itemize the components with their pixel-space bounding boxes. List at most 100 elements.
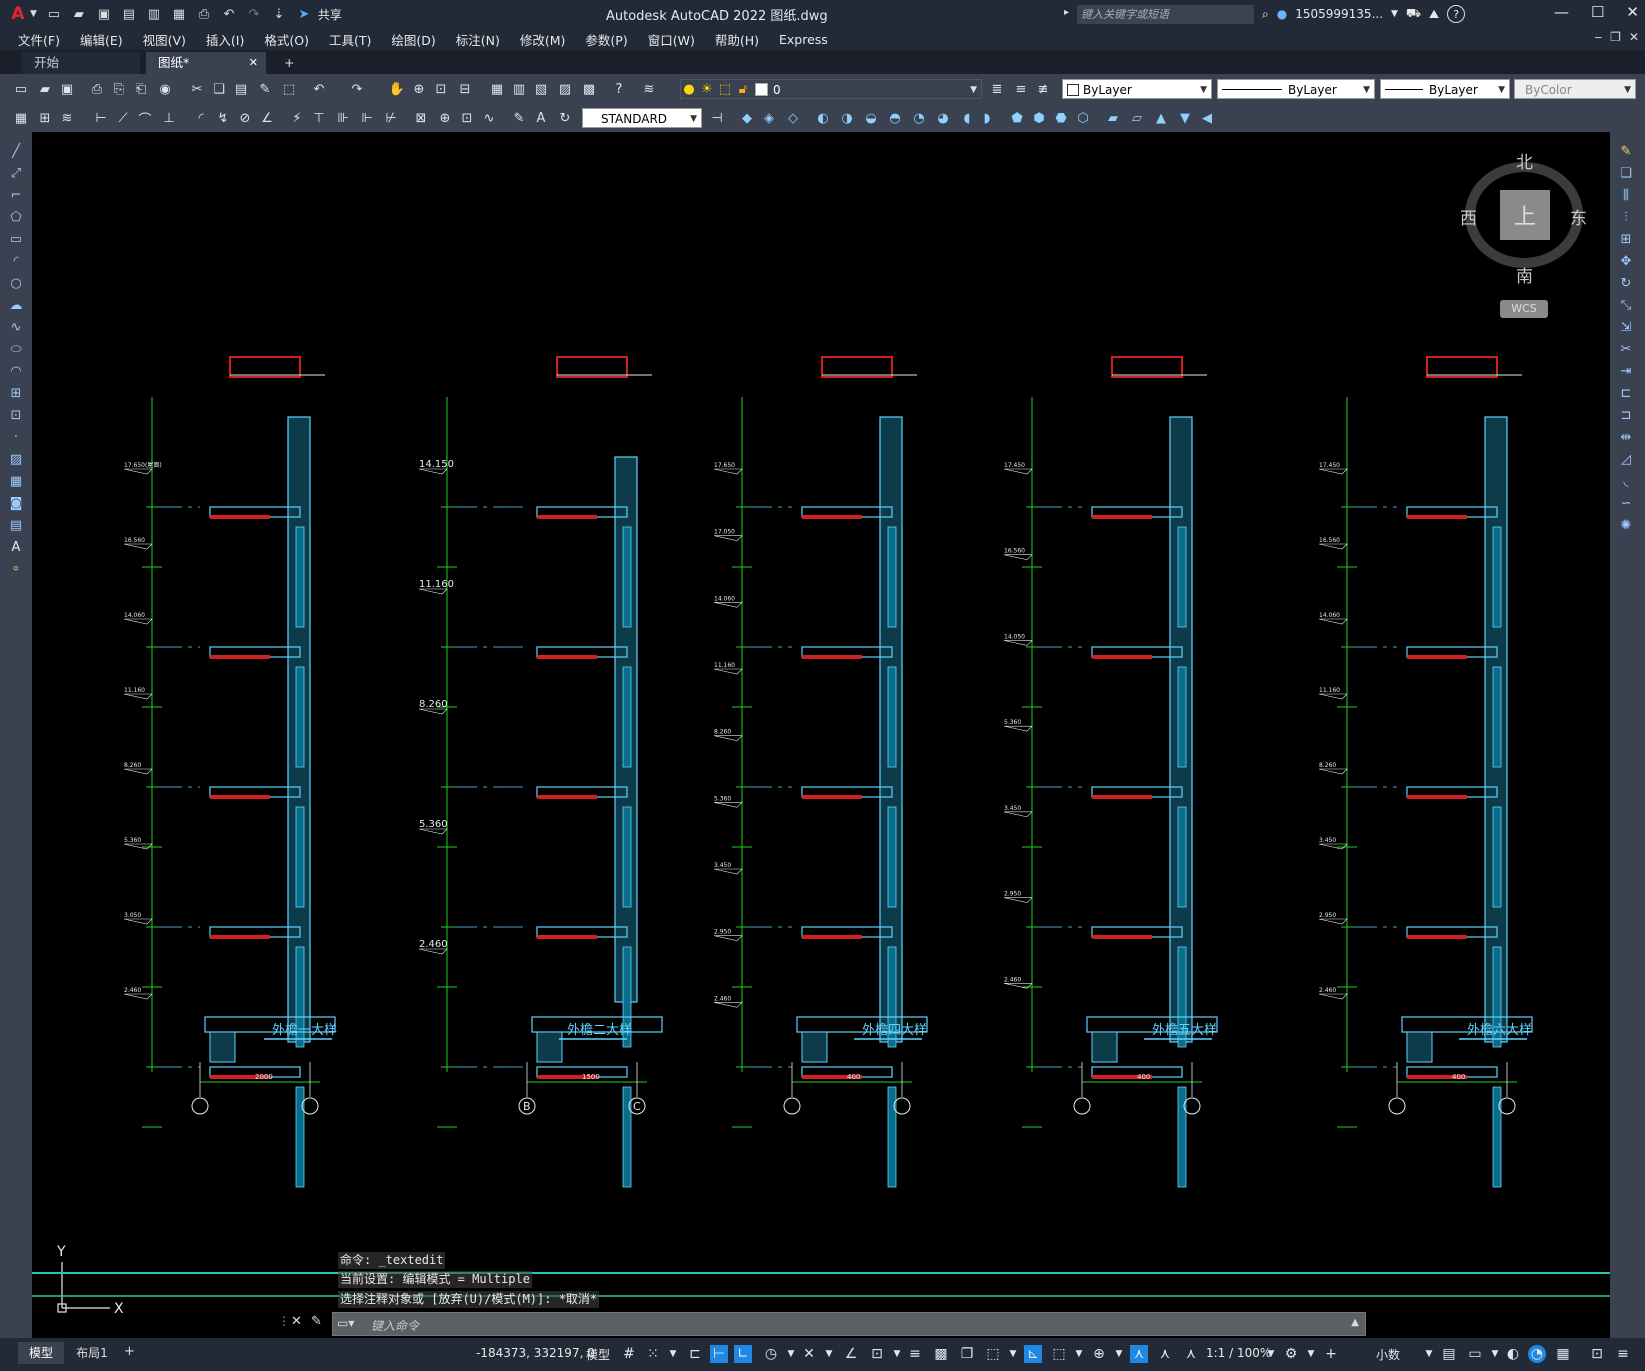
modify-3d-8-icon[interactable]: ◔ [910, 109, 928, 127]
help-search-input[interactable]: 键入关键字或短语 [1077, 5, 1254, 24]
undo-icon[interactable]: ↶ [310, 80, 328, 98]
modify-3d-20-icon[interactable]: ◀ [1198, 109, 1216, 127]
customization-icon[interactable]: ⊡ [1588, 1345, 1606, 1363]
viewcube-east[interactable]: 东 [1570, 204, 1587, 229]
gizmo-icon[interactable]: ⊕ [1090, 1345, 1108, 1363]
search-icon[interactable]: ⌕ [1262, 7, 1269, 22]
selection-filter-dropdown-icon[interactable]: ▼ [1070, 1345, 1088, 1363]
transparency-icon[interactable]: ▩ [932, 1345, 950, 1363]
line-tool-icon[interactable]: ╱ [7, 142, 25, 160]
units-dropdown-icon[interactable]: ▼ [1420, 1345, 1438, 1363]
save-icon[interactable]: ▣ [93, 4, 115, 24]
isometric-icon[interactable]: ✕ [800, 1345, 818, 1363]
menu-help[interactable]: 帮助(H) [705, 30, 769, 49]
menu-window[interactable]: 窗口(W) [638, 30, 705, 49]
object-snap-tracking-icon[interactable]: ∠ [842, 1345, 860, 1363]
tab-drawing[interactable]: 图纸* ✕ [146, 52, 266, 74]
doc-minimize-icon[interactable]: ‒ [1595, 30, 1603, 44]
copy-object-icon[interactable]: ❏ [1617, 164, 1635, 182]
autodesk-account-icon[interactable]: ⛰ [1429, 7, 1439, 22]
wcs-menu[interactable]: WCS [1500, 300, 1548, 318]
viewcube-top-face[interactable]: 上 [1500, 190, 1550, 240]
search-expand-icon[interactable]: ▸ [1064, 7, 1069, 18]
lineweight-icon[interactable]: ≡ [906, 1345, 924, 1363]
inspect-icon[interactable]: ⊡ [458, 109, 476, 127]
hardware-acceleration-icon[interactable]: ◔ [1528, 1345, 1546, 1363]
annotation-monitor-icon[interactable]: + [1322, 1345, 1340, 1363]
menu-tools[interactable]: 工具(T) [319, 30, 381, 49]
circle-icon[interactable]: ○ [7, 274, 25, 292]
command-prompt-icon[interactable]: ▭▾ [337, 1316, 354, 1330]
menu-edit[interactable]: 编辑(E) [70, 30, 133, 49]
publish-icon[interactable]: ⎗ [132, 80, 150, 98]
dynamic-input-icon[interactable]: ⊢ [710, 1345, 728, 1363]
match-properties-icon[interactable]: ✎ [256, 80, 274, 98]
isolate-objects-icon[interactable]: ◐ [1504, 1345, 1522, 1363]
move-icon[interactable]: ✥ [1617, 252, 1635, 270]
layer-previous-icon[interactable]: ≡ [1012, 80, 1030, 98]
design-center-icon[interactable]: ▥ [510, 80, 528, 98]
make-block-icon[interactable]: ⊡ [7, 406, 25, 424]
snap-dropdown-icon[interactable]: ▼ [664, 1345, 682, 1363]
menu-express[interactable]: Express [769, 32, 838, 47]
selection-cycling-icon[interactable]: ❐ [958, 1345, 976, 1363]
dim-edit-icon[interactable]: ✎ [510, 109, 528, 127]
lock-ui-icon[interactable]: ▭ [1466, 1345, 1484, 1363]
drawing-canvas[interactable]: 2000 17.650(屋面) 16.560 14.060 11.160 8.260 5.3… [32, 132, 1610, 1338]
layer-properties-icon[interactable]: ≋ [640, 80, 658, 98]
save-icon[interactable]: ▣ [58, 80, 76, 98]
modify-3d-1-icon[interactable]: ◆ [738, 109, 756, 127]
calculator-icon[interactable]: ▩ [580, 80, 598, 98]
minimize-icon[interactable]: — [1554, 3, 1569, 21]
quick-select-icon[interactable]: ⊞ [36, 109, 54, 127]
viewcube-north[interactable]: 北 [1516, 148, 1533, 173]
add-selected-icon[interactable]: ⚬ [7, 560, 25, 578]
fillet-icon[interactable]: ◟ [1617, 472, 1635, 490]
menu-insert[interactable]: 插入(I) [196, 30, 254, 49]
dim-update-icon[interactable]: ↻ [556, 109, 574, 127]
command-close-icon[interactable]: ✕ [291, 1314, 302, 1329]
insert-block-icon[interactable]: ⊞ [7, 384, 25, 402]
zoom-realtime-icon[interactable]: ⊕ [410, 80, 428, 98]
selection-filter-icon[interactable]: ⬚ [1050, 1345, 1068, 1363]
object-snap-icon[interactable]: ⊡ [868, 1345, 886, 1363]
modify-3d-17-icon[interactable]: ▱ [1128, 109, 1146, 127]
cart-icon[interactable]: ⛟ [1406, 6, 1421, 22]
menu-draw[interactable]: 绘图(D) [381, 30, 445, 49]
help-icon[interactable]: ? [610, 80, 628, 98]
infer-constraints-icon[interactable]: ⊏ [686, 1345, 704, 1363]
cut-icon[interactable]: ✂ [188, 80, 206, 98]
dim-jogged-icon[interactable]: ↯ [214, 109, 232, 127]
new-file-icon[interactable]: ▭ [43, 4, 65, 24]
dim-baseline-icon[interactable]: ⊤ [310, 109, 328, 127]
share-icon[interactable]: ➤ [293, 4, 315, 24]
menu-dimension[interactable]: 标注(N) [446, 30, 510, 49]
viewcube-west[interactable]: 西 [1460, 204, 1477, 229]
close-window-icon[interactable]: ✕ [1626, 3, 1639, 21]
tolerance-icon[interactable]: ⊠ [412, 109, 430, 127]
plotstyle-dropdown[interactable]: ByColor ▼ [1514, 79, 1636, 99]
3d-dwf-icon[interactable]: ◉ [156, 80, 174, 98]
save-to-web-icon[interactable]: ▦ [168, 4, 190, 24]
hatch-icon[interactable]: ▨ [7, 450, 25, 468]
modify-3d-3-icon[interactable]: ◇ [784, 109, 802, 127]
dim-radius-icon[interactable]: ◜ [192, 109, 210, 127]
zoom-window-icon[interactable]: ⊡ [432, 80, 450, 98]
extend-icon[interactable]: ⇥ [1617, 362, 1635, 380]
menu-format[interactable]: 格式(O) [254, 30, 319, 49]
erase-icon[interactable]: ✎ [1617, 142, 1635, 160]
save-as-icon[interactable]: ▤ [118, 4, 140, 24]
dim-diameter-icon[interactable]: ⊘ [236, 109, 254, 127]
model-space-button[interactable]: 模型 [586, 1346, 610, 1363]
construction-line-icon[interactable]: ⤢ [7, 164, 25, 182]
polygon-icon[interactable]: ⬠ [7, 208, 25, 226]
rectangle-icon[interactable]: ▭ [7, 230, 25, 248]
menu-file[interactable]: 文件(F) [8, 30, 70, 49]
user-chevron-icon[interactable]: ▼ [1391, 9, 1398, 19]
new-icon[interactable]: ▭ [12, 80, 30, 98]
layer-dropdown[interactable]: 0 ▼ [680, 79, 982, 99]
dim-style-dropdown[interactable]: STANDARD ▼ [582, 108, 702, 128]
dim-linear-icon[interactable]: ⊢ [92, 109, 110, 127]
object-snap-dropdown-icon[interactable]: ▼ [888, 1345, 906, 1363]
dim-continue-icon[interactable]: ⊪ [334, 109, 352, 127]
